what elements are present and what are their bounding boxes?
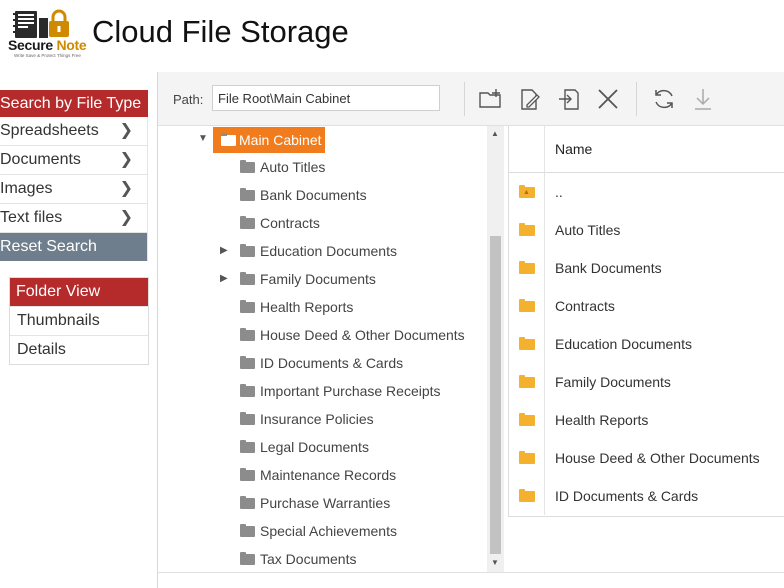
- view-details[interactable]: Details: [10, 335, 148, 364]
- folder-icon: [240, 188, 255, 201]
- table-row[interactable]: Contracts: [509, 287, 784, 325]
- folder-icon: [240, 160, 255, 173]
- scroll-up-arrow-icon[interactable]: ▲: [491, 129, 499, 138]
- filter-images[interactable]: Images ❯: [0, 175, 148, 204]
- tree-item-main-cabinet[interactable]: Main Cabinet: [213, 127, 325, 153]
- folder-icon: [240, 468, 255, 481]
- folder-icon: [519, 413, 535, 426]
- logo-tagline: Write Save & Protect Things Free: [14, 53, 81, 58]
- folder-icon: [519, 489, 535, 502]
- divider: [158, 572, 784, 573]
- logo-wordmark: Secure Note: [8, 37, 87, 53]
- delete-icon: [598, 89, 618, 109]
- folder-icon: [240, 244, 255, 257]
- name-column-header[interactable]: Name: [555, 141, 592, 157]
- left-panel: Search by File Type Spreadsheets ❯ Docume…: [0, 72, 158, 588]
- page-title: Cloud File Storage: [92, 14, 349, 49]
- table-row[interactable]: Family Documents: [509, 363, 784, 401]
- table-row[interactable]: ID Documents & Cards: [509, 477, 784, 515]
- collapse-arrow-icon[interactable]: ▼: [198, 133, 208, 144]
- file-toolbar: Path: File Root\Main Cabinet: [158, 72, 784, 126]
- table-row[interactable]: Education Documents: [509, 325, 784, 363]
- chevron-right-icon: ❯: [119, 151, 133, 168]
- download-button[interactable]: [689, 85, 717, 113]
- rename-icon: [521, 89, 540, 110]
- refresh-button[interactable]: [650, 85, 678, 113]
- chevron-right-icon: ❯: [119, 209, 133, 226]
- folder-icon: [519, 299, 535, 312]
- path-label: Path:: [173, 92, 204, 107]
- view-thumbnails[interactable]: Thumbnails: [10, 306, 148, 335]
- folder-view-menu: Folder View Thumbnails Details: [9, 277, 149, 365]
- notebook-lock-icon: [13, 9, 69, 38]
- file-grid: Name ▲ .. Auto Titles Bank Documents Con…: [508, 126, 784, 517]
- expand-arrow-icon[interactable]: ▶: [220, 245, 228, 256]
- folder-icon: [221, 133, 236, 146]
- folder-icon: [519, 337, 535, 350]
- scroll-down-arrow-icon[interactable]: ▼: [491, 558, 499, 567]
- delete-button[interactable]: [594, 85, 622, 113]
- folder-icon: [240, 356, 255, 369]
- tree-scrollbar[interactable]: ▲ ▼: [487, 126, 504, 572]
- folder-icon: [240, 216, 255, 229]
- grid-header: Name: [509, 126, 784, 173]
- move-icon: [559, 89, 579, 110]
- toolbar-divider: [636, 82, 637, 116]
- folder-icon: [240, 272, 255, 285]
- folder-icon: [519, 375, 535, 388]
- folder-icon: [240, 496, 255, 509]
- table-row[interactable]: Bank Documents: [509, 249, 784, 287]
- download-icon: [695, 89, 711, 110]
- move-button[interactable]: [555, 85, 583, 113]
- table-row[interactable]: ▲ ..: [509, 173, 784, 211]
- filter-text-files[interactable]: Text files ❯: [0, 204, 148, 233]
- filter-documents[interactable]: Documents ❯: [0, 146, 148, 175]
- filter-spreadsheets[interactable]: Spreadsheets ❯: [0, 117, 148, 146]
- rename-button[interactable]: [516, 85, 544, 113]
- folder-icon: [240, 524, 255, 537]
- scrollbar-thumb[interactable]: [490, 236, 501, 554]
- table-row[interactable]: Health Reports: [509, 401, 784, 439]
- folder-icon: [519, 223, 535, 236]
- app-header: Secure Note Write Save & Protect Things …: [0, 0, 784, 73]
- folder-icon: [240, 552, 255, 565]
- folder-view-heading[interactable]: Folder View: [10, 278, 148, 306]
- path-field[interactable]: File Root\Main Cabinet: [212, 85, 440, 111]
- folder-icon: [240, 328, 255, 341]
- search-by-type-heading: Search by File Type: [0, 90, 148, 117]
- new-folder-icon: [479, 89, 501, 108]
- parent-folder-icon: ▲: [519, 185, 535, 198]
- file-type-menu: Search by File Type Spreadsheets ❯ Docume…: [0, 90, 148, 261]
- chevron-right-icon: ❯: [119, 122, 133, 139]
- folder-icon: [240, 412, 255, 425]
- icon-column-header: [509, 126, 545, 172]
- toolbar-divider: [464, 82, 465, 116]
- expand-arrow-icon[interactable]: ▶: [220, 273, 228, 284]
- reset-search-button[interactable]: Reset Search: [0, 233, 148, 261]
- refresh-icon: [655, 89, 673, 109]
- table-row[interactable]: House Deed & Other Documents: [509, 439, 784, 477]
- chevron-right-icon: ❯: [119, 180, 133, 197]
- folder-icon: [240, 440, 255, 453]
- folder-icon: [519, 261, 535, 274]
- table-row[interactable]: Auto Titles: [509, 211, 784, 249]
- folder-icon: [240, 384, 255, 397]
- folder-tree: ▼ Main Cabinet Auto Titles Bank Document…: [160, 126, 487, 572]
- folder-icon: [519, 451, 535, 464]
- new-folder-button[interactable]: [476, 85, 504, 113]
- folder-icon: [240, 300, 255, 313]
- secure-note-logo: Secure Note Write Save & Protect Things …: [6, 8, 90, 64]
